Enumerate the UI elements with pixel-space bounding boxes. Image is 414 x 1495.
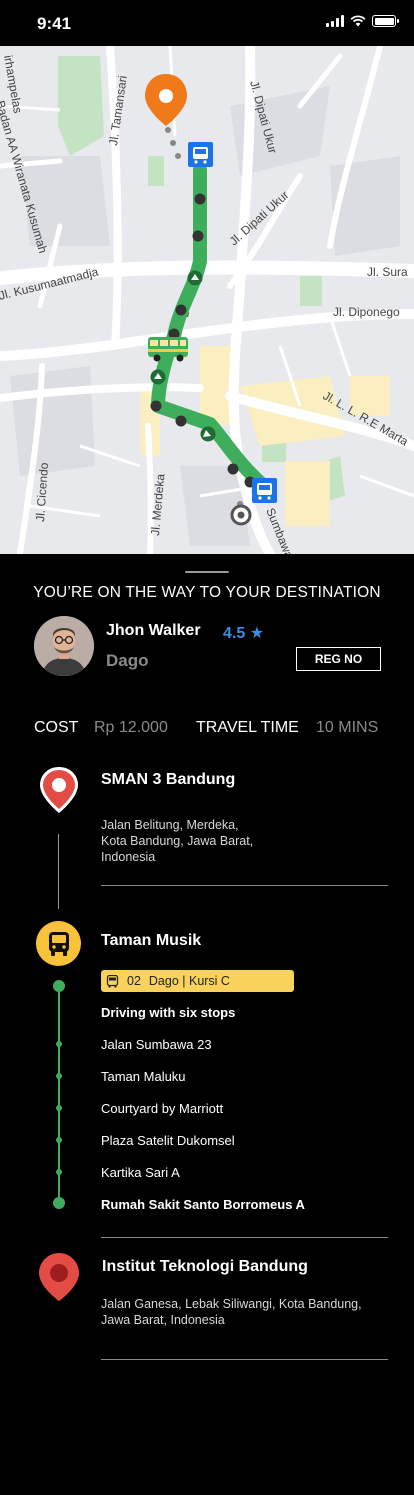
destination-address-line: Jalan Ganesa, Lebak Siliwangi, Kota Band… [101, 1297, 362, 1311]
timeline-node [56, 1137, 62, 1143]
vehicle-name: Dago [106, 651, 149, 670]
section-divider [101, 1359, 388, 1360]
travel-time-value: 10 MINS [316, 719, 379, 736]
transit-stop-item[interactable]: Courtyard by Marriott [101, 1101, 223, 1116]
cost-label: COST [34, 719, 79, 736]
timeline-connector [58, 834, 59, 909]
route-name: Dago | Kursi C [148, 974, 230, 988]
map-canvas: Jl. Tamansari Jl. Dipati Ukur Jl. Dipati… [0, 46, 414, 554]
timeline-node [53, 980, 65, 992]
destination-name[interactable]: Institut Teknologi Bandung [102, 1258, 308, 1276]
bus-stop-badge [36, 921, 81, 966]
origin-address-line: Jalan Belitung, Merdeka, [101, 818, 239, 832]
origin-pin-icon [40, 767, 78, 813]
route-map[interactable]: Jl. Tamansari Jl. Dipati Ukur Jl. Dipati… [0, 46, 414, 554]
status-icons [326, 15, 399, 27]
battery-icon [372, 15, 399, 27]
origin-address-line: Kota Bandung, Jawa Barat, [101, 834, 254, 848]
status-time: 9:41 [37, 14, 72, 33]
origin-location-icon [230, 504, 252, 526]
cost-value: Rp 12.000 [94, 719, 168, 736]
driver-avatar[interactable] [34, 616, 94, 676]
timeline-node [53, 1197, 65, 1209]
street-label: Jl. Diponego [333, 305, 400, 319]
timeline-node [56, 1169, 62, 1175]
transit-summary: Driving with six stops [101, 1005, 236, 1020]
travel-time-label: TRAVEL TIME [196, 719, 299, 736]
transit-stop-name[interactable]: Taman Musik [101, 932, 201, 950]
status-bar: 9:41 [0, 0, 414, 46]
transit-stop-item[interactable]: Plaza Satelit Dukomsel [101, 1133, 235, 1148]
cell-signal-icon [326, 15, 344, 27]
driver-name: Jhon Walker [106, 622, 201, 639]
route-number: 02 [127, 974, 141, 988]
timeline-node [56, 1073, 62, 1079]
bus-icon [106, 974, 119, 987]
bus-stop-icon[interactable] [252, 478, 277, 503]
transit-stop-item[interactable]: Jalan Sumbawa 23 [101, 1037, 212, 1052]
trip-sheet: YOU’RE ON THE WAY TO YOUR DESTINATION Jh… [0, 554, 414, 1495]
timeline-node [56, 1041, 62, 1047]
destination-address-line: Jawa Barat, Indonesia [101, 1313, 225, 1327]
transit-stop-item[interactable]: Rumah Sakit Santo Borromeus A [101, 1197, 305, 1212]
section-divider [101, 1237, 388, 1238]
transit-stop-item[interactable]: Kartika Sari A [101, 1165, 180, 1180]
transit-stop-item[interactable]: Taman Maluku [101, 1069, 186, 1084]
timeline-node [56, 1105, 62, 1111]
route-chip[interactable]: 02 Dago | Kursi C [101, 970, 294, 992]
section-divider [101, 885, 388, 886]
bus-icon [48, 931, 69, 956]
origin-address-line: Indonesia [101, 850, 156, 864]
origin-name[interactable]: SMAN 3 Bandung [101, 771, 235, 789]
destination-pin-icon [39, 1253, 79, 1301]
trip-status-headline: YOU’RE ON THE WAY TO YOUR DESTINATION [33, 584, 381, 601]
street-label: Jl. Sura [367, 265, 408, 279]
reg-no-button[interactable]: REG NO [296, 647, 381, 671]
driver-rating: 4.5 ★ [223, 625, 265, 642]
bus-stop-icon[interactable] [188, 142, 213, 167]
wifi-icon [350, 15, 366, 27]
sheet-drag-handle[interactable] [185, 571, 229, 573]
